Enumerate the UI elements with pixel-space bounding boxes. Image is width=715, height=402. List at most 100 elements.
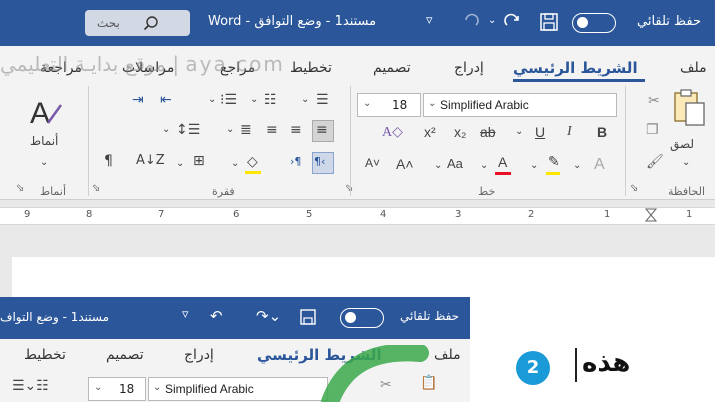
font-color-dropdown-icon[interactable]: ⌄ [480, 160, 488, 171]
font-name-box[interactable]: ⌄ Simplified Arabic [423, 93, 617, 117]
justify-icon[interactable]: ≣ [240, 122, 252, 138]
ruler-mark: 9 [24, 209, 31, 220]
zoom-font-size-box[interactable]: ⌄ 18 [88, 377, 146, 401]
multilevel-list-icon[interactable]: ⁝☰ [220, 92, 237, 108]
zoom-qat-icon[interactable]: ▿ [182, 307, 189, 322]
format-painter-icon[interactable]: 🖌 [646, 154, 664, 170]
numbering-icon[interactable]: ☰ [316, 92, 329, 108]
align-left-icon[interactable]: ≡ [266, 122, 278, 138]
zoom-tab-insert[interactable]: إدراج [184, 347, 214, 363]
ruler-mark: 4 [380, 209, 387, 220]
green-highlight-arc [321, 345, 429, 402]
zoom-tab-layout[interactable]: تخطيط [24, 347, 66, 363]
zoom-redo-icon[interactable]: ↷⌄ [256, 307, 281, 325]
paste-dropdown-icon[interactable]: ⌄ [682, 157, 690, 168]
bold-icon[interactable]: B [597, 124, 607, 140]
text-effects-icon[interactable]: A [594, 156, 605, 174]
line-spacing-icon[interactable]: ↕☰ [176, 122, 200, 138]
ruler-mark: 1 [686, 209, 693, 220]
strikethrough-icon[interactable]: ab [480, 124, 496, 140]
paragraph-launcher-icon[interactable]: ⬂ [92, 183, 100, 194]
font-color-icon[interactable]: A [498, 154, 507, 170]
multilevel-dropdown-icon[interactable]: ⌄ [208, 94, 216, 105]
decrease-indent-icon[interactable]: ⇤ [160, 92, 172, 108]
increase-indent-icon[interactable]: ⇥ [132, 92, 144, 108]
center-align-icon[interactable]: ≡ [290, 122, 302, 138]
zoom-tab-design[interactable]: تصميم [106, 347, 144, 363]
zoom-font-name-box[interactable]: ⌄ Simplified Arabic [148, 377, 328, 401]
justify-dropdown-icon[interactable]: ⌄ [226, 124, 234, 135]
document-title: مستند1 - وضع التوافق - Word [208, 14, 377, 29]
sort-icon[interactable]: A↓Z [136, 153, 165, 168]
zoom-autosave-toggle[interactable] [340, 308, 384, 328]
show-marks-icon[interactable]: ¶ [104, 153, 113, 169]
line-spacing-dropdown-icon[interactable]: ⌄ [162, 124, 170, 135]
tab-layout[interactable]: تخطيط [290, 60, 332, 76]
zoom-undo-icon[interactable]: ↶ [210, 307, 223, 325]
italic-icon[interactable]: I [567, 124, 572, 140]
clipboard-launcher-icon[interactable]: ⬂ [630, 183, 638, 194]
zoom-autosave-label: حفظ تلقائي [400, 309, 460, 323]
indent-marker-icon[interactable] [644, 208, 658, 222]
step-badge: 2 [516, 351, 550, 385]
shrink-font-icon[interactable]: A˅ [365, 156, 380, 170]
styles-icon[interactable]: A [28, 93, 64, 131]
customize-qat-icon[interactable]: ▿ [426, 13, 433, 28]
copy-icon[interactable]: ❐ [646, 122, 659, 138]
highlight-dropdown-icon[interactable]: ⌄ [530, 160, 538, 171]
undo-icon[interactable] [460, 12, 480, 32]
underline-icon[interactable]: U [535, 124, 545, 140]
cut-icon[interactable]: ✂ [648, 93, 660, 109]
clear-formatting-icon[interactable]: A◇ [382, 124, 403, 141]
superscript-icon[interactable]: x² [424, 124, 436, 140]
bullets-dropdown-icon[interactable]: ⌄ [250, 94, 258, 105]
autosave-toggle[interactable] [572, 13, 616, 33]
save-icon[interactable] [540, 13, 558, 31]
numbering-dropdown-icon[interactable]: ⌄ [301, 94, 309, 105]
tab-file[interactable]: ملف [680, 60, 707, 76]
zoom-save-icon[interactable] [300, 309, 316, 325]
ruler-mark: 1 [604, 209, 611, 220]
redo-icon[interactable] [503, 12, 523, 32]
highlight-icon[interactable]: ✎ [548, 154, 560, 170]
ruler-mark: 5 [306, 209, 313, 220]
styles-dropdown-icon[interactable]: ⌄ [40, 157, 48, 168]
borders-dropdown-icon[interactable]: ⌄ [176, 158, 184, 169]
text-effects-dropdown-icon[interactable]: ⌄ [573, 160, 581, 171]
tab-home[interactable]: الشريط الرئيسي [513, 59, 638, 77]
search-box[interactable]: بحث [85, 10, 190, 36]
subscript-icon[interactable]: x₂ [454, 124, 466, 140]
zoom-tab-file[interactable]: ملف [434, 347, 461, 363]
ltr-direction-icon[interactable]: ›¶ [290, 155, 301, 168]
clipboard-group-label: الحافظة [668, 185, 706, 198]
tab-design[interactable]: تصميم [373, 60, 411, 76]
zoom-font-size-value: 18 [119, 382, 135, 396]
font-name-dropdown-icon[interactable]: ⌄ [428, 98, 436, 109]
paragraph-group-label: فقرة [212, 185, 235, 198]
autosave-label: حفظ تلقائي [637, 14, 701, 29]
font-size-value: 18 [392, 98, 408, 112]
font-name-value: Simplified Arabic [440, 98, 529, 112]
align-right-icon: ≡ [316, 122, 328, 138]
change-case-dropdown-icon[interactable]: ⌄ [434, 160, 442, 171]
shading-dropdown-icon[interactable]: ⌄ [231, 158, 239, 169]
bullets-icon[interactable]: ☷ [264, 92, 277, 108]
underline-dropdown-icon[interactable]: ⌄ [515, 126, 523, 137]
svg-text:A: A [30, 97, 50, 130]
tab-insert[interactable]: إدراج [454, 60, 484, 76]
paste-icon[interactable] [672, 88, 706, 130]
font-size-box[interactable]: ⌄ 18 [357, 93, 421, 117]
document-text: هذه [582, 348, 631, 378]
ruler-mark: 8 [86, 209, 93, 220]
search-icon [143, 16, 158, 31]
font-size-dropdown-icon[interactable]: ⌄ [363, 98, 371, 109]
redo-dropdown-icon[interactable]: ⌄ [488, 15, 496, 26]
grow-font-icon[interactable]: A˄ [396, 156, 414, 172]
zoom-list-icon[interactable]: ☰⌄☷ [12, 378, 49, 394]
borders-icon[interactable]: ⊞ [193, 153, 205, 169]
text-cursor [575, 348, 577, 382]
styles-launcher-icon[interactable]: ⬂ [16, 183, 24, 194]
shading-icon[interactable]: ◇ [247, 154, 258, 170]
change-case-icon[interactable]: Aa [447, 156, 463, 171]
ruler-mark: 2 [528, 209, 535, 220]
